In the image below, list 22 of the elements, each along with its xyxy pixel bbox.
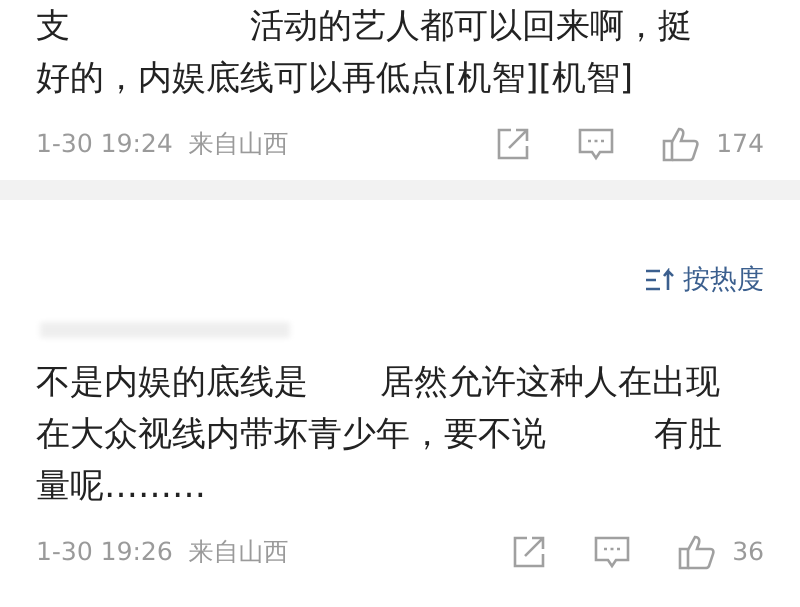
sort-button[interactable]: 按热度 [645,238,764,322]
share-icon[interactable] [512,535,546,569]
comment-text: 在大众视线内带坏青少年，要不说 [36,413,546,456]
comment-time: 1-30 19:24 [36,128,173,160]
comment-text: 量呢……… [36,465,206,508]
comment-text: 支 [36,5,70,48]
comment-text: 好的，内娱底线可以再低点[机智][机智] [36,57,634,100]
comment-text: 居然允许这种人在出现 [380,361,720,404]
comment-source: 来自山西 [188,128,289,160]
like-count: 174 [716,128,764,160]
sort-icon [645,268,675,292]
comment-text: 活动的艺人都可以回来啊，挺 [250,5,692,48]
comment-icon[interactable] [594,535,630,569]
comment-source: 来自山西 [188,536,289,568]
like-count: 36 [732,536,764,568]
like-icon[interactable] [662,126,700,162]
comment-text: 不是内娱的底线是 [36,361,308,404]
comment-time: 1-30 19:26 [36,536,173,568]
like-icon[interactable] [678,534,716,570]
comment-text: 有肚 [654,413,722,456]
share-icon[interactable] [496,127,530,161]
comment-icon[interactable] [578,127,614,161]
